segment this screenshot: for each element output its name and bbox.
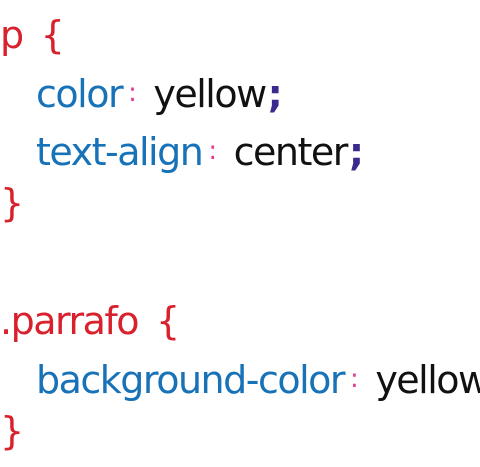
- selector-parrafo: .parrafo: [0, 299, 139, 343]
- rule-2-header: .parrafo {: [0, 298, 180, 344]
- property-value: center: [233, 130, 349, 174]
- colon: :: [208, 136, 217, 166]
- property-value: yellow: [375, 358, 480, 402]
- rule-1-header: p{: [0, 12, 65, 58]
- colon: :: [350, 364, 359, 394]
- close-brace: }: [0, 409, 24, 453]
- property-value: yellow: [153, 72, 267, 116]
- rule-1-footer: }: [0, 180, 24, 226]
- close-brace: }: [0, 181, 24, 225]
- open-brace: {: [40, 13, 65, 57]
- css-code-block: p{ color: yellow; text-align: center; } .p…: [0, 0, 480, 467]
- property-name: color: [36, 72, 124, 116]
- open-brace: {: [155, 299, 180, 343]
- property-name: background-color: [36, 358, 346, 402]
- semicolon: ;: [348, 130, 364, 174]
- rule-2-footer: }: [0, 408, 24, 454]
- selector-p: p: [0, 13, 24, 57]
- declaration-background-color: background-color:yellow;: [36, 356, 480, 403]
- semicolon: ;: [267, 72, 283, 116]
- colon: :: [128, 78, 137, 108]
- declaration-text-align: text-align: center;: [36, 128, 364, 175]
- property-name: text-align: [36, 130, 204, 174]
- declaration-color: color: yellow;: [36, 70, 283, 117]
